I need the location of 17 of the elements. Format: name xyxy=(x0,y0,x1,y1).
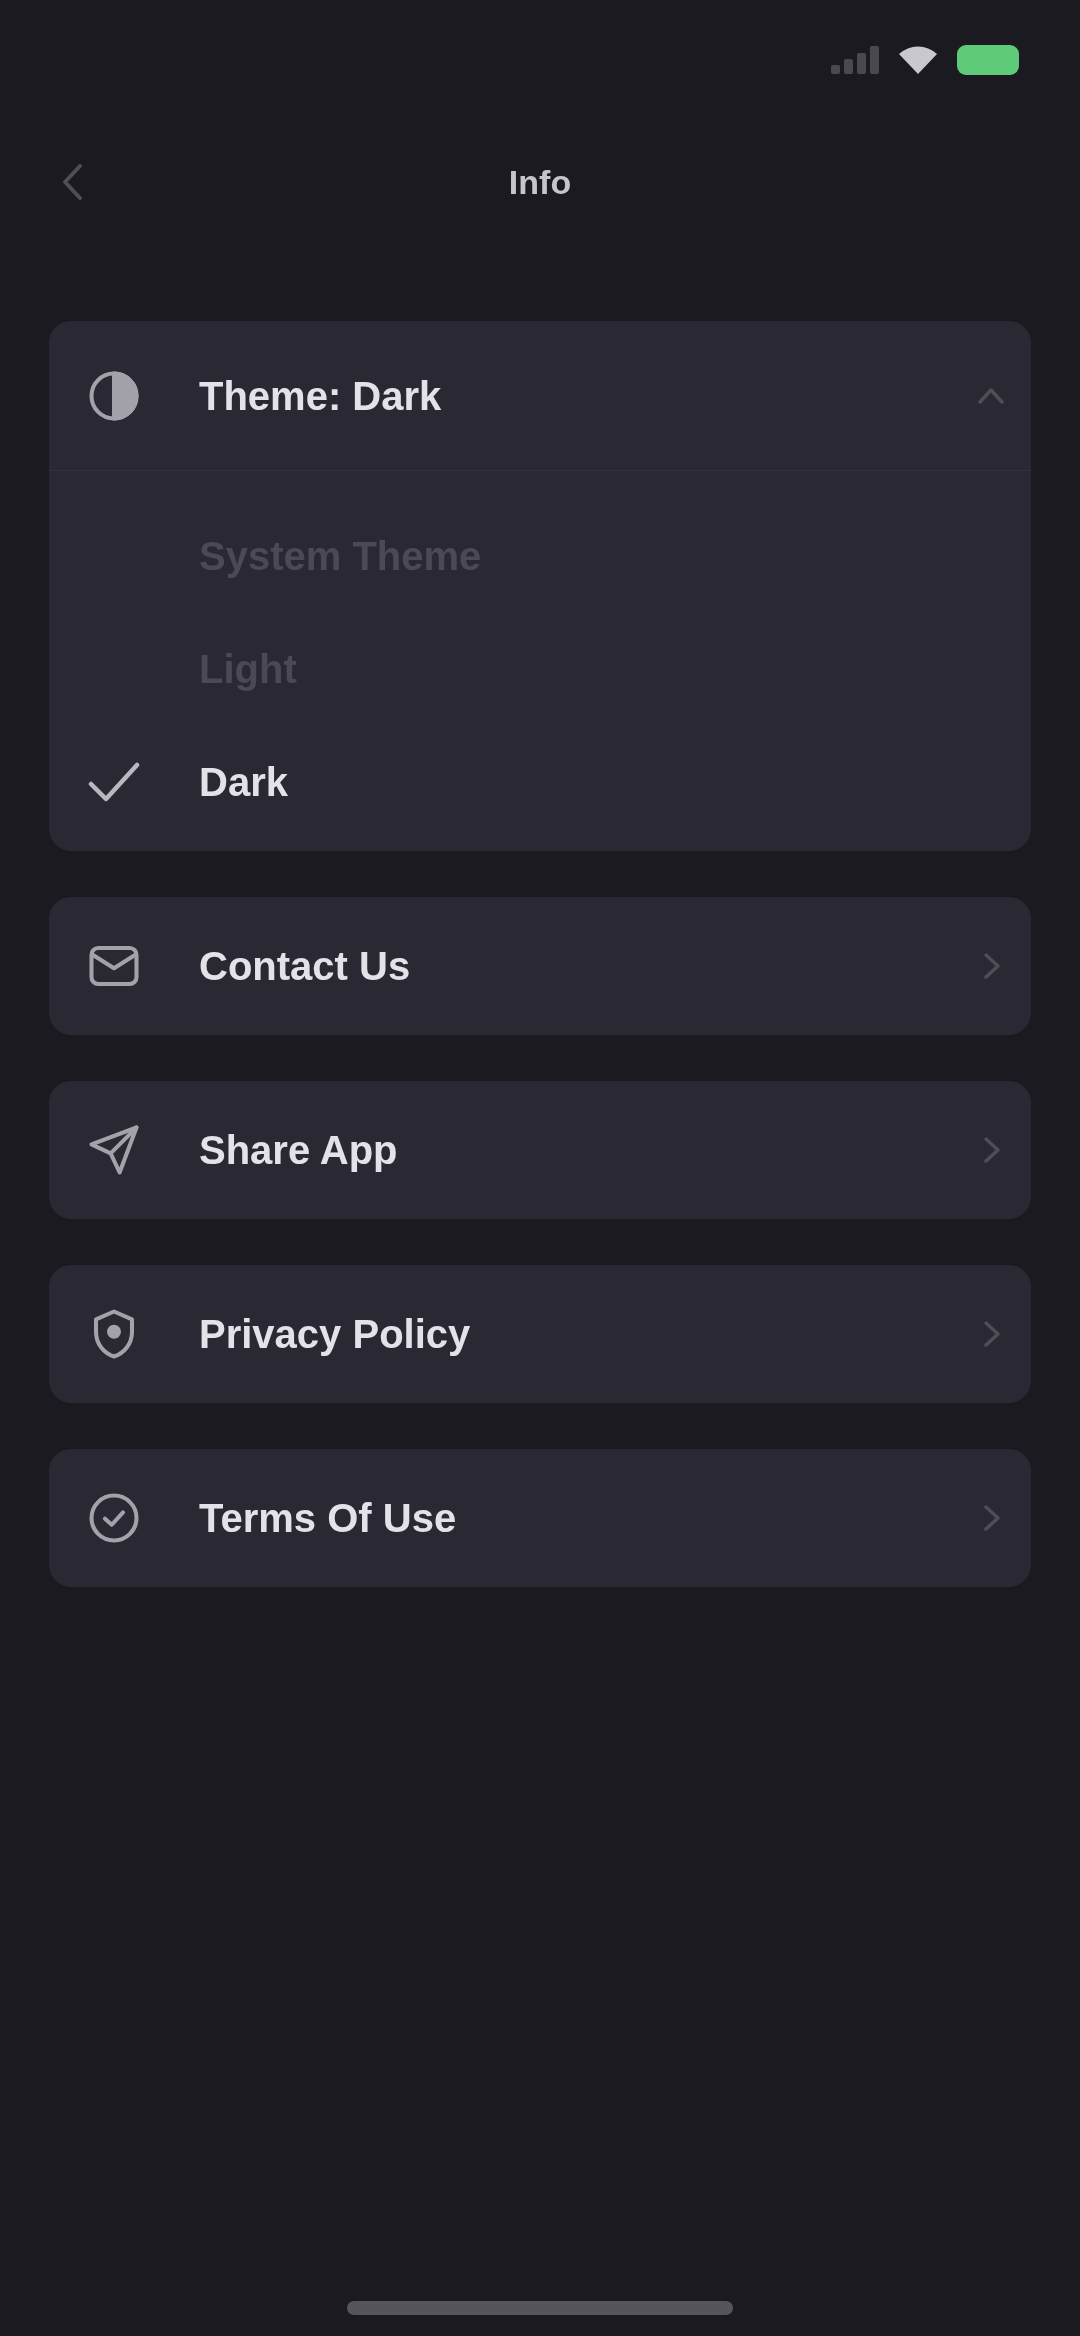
menu-item[interactable]: Contact Us xyxy=(49,897,1031,1035)
chevron-left-icon xyxy=(61,163,83,201)
wifi-icon xyxy=(899,46,937,74)
battery-icon xyxy=(957,45,1019,75)
chevron-right-icon xyxy=(983,952,1001,980)
menu-item[interactable]: Privacy Policy xyxy=(49,1265,1031,1403)
menu-item[interactable]: Share App xyxy=(49,1081,1031,1219)
theme-option[interactable]: Dark xyxy=(49,725,1031,838)
check-circle-icon xyxy=(87,1491,141,1545)
page-title: Info xyxy=(508,161,572,203)
paper-plane-icon xyxy=(87,1123,141,1177)
menu-item[interactable]: Terms Of Use xyxy=(49,1449,1031,1587)
chevron-right-icon xyxy=(983,1136,1001,1164)
chevron-right-icon xyxy=(983,1504,1001,1532)
theme-selector[interactable]: Theme: Dark xyxy=(49,321,1031,471)
signal-icon xyxy=(831,46,879,74)
chevron-right-icon xyxy=(983,1320,1001,1348)
